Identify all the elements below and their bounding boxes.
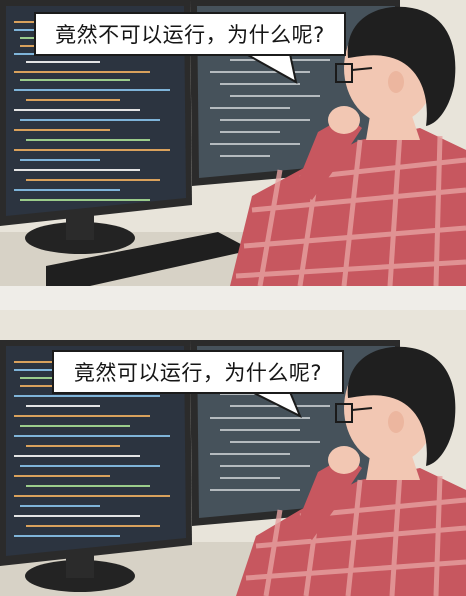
comic-panel-1: 竟然不可以运行，为什么呢? [0,0,466,286]
speech-bubble-icon: 竟然不可以运行，为什么呢? [34,12,346,56]
bubble-text: 竟然可以运行，为什么呢? [73,361,323,385]
comic-panel-2: 竟然可以运行，为什么呢? [0,310,466,596]
comic-page: 竟然不可以运行，为什么呢? 竟然可以运行，为什么呢? [0,0,466,596]
speech-bubble-icon: 竟然可以运行，为什么呢? [52,350,344,394]
panel-divider [0,286,466,310]
bubble-text: 竟然不可以运行，为什么呢? [55,23,325,47]
